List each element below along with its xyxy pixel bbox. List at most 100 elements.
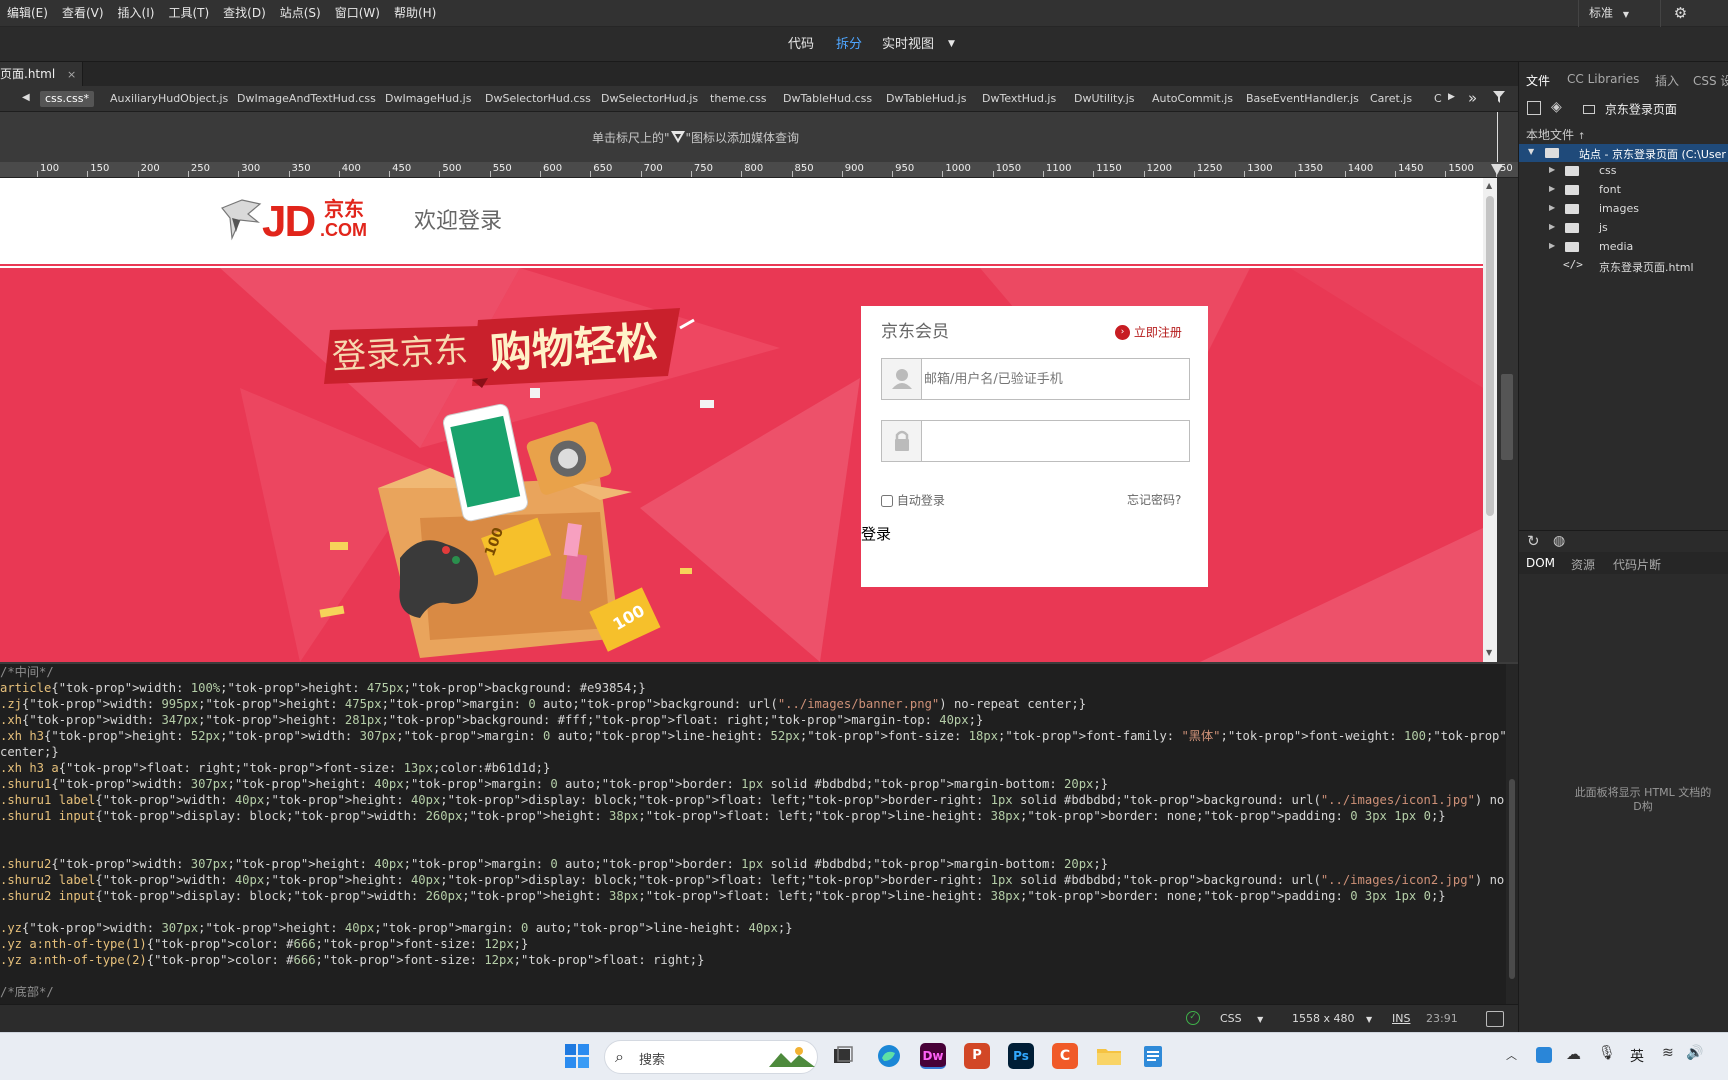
windows-start-icon[interactable] bbox=[564, 1043, 590, 1069]
connect-icon[interactable] bbox=[1527, 101, 1541, 115]
tab-dom[interactable]: DOM bbox=[1526, 556, 1555, 570]
related-file[interactable]: BaseEventHandler.js bbox=[1246, 91, 1359, 107]
view-code-button[interactable]: 代码 bbox=[788, 27, 814, 62]
tray-chevron-up-icon[interactable]: ︿ bbox=[1506, 1047, 1517, 1063]
username-input[interactable] bbox=[924, 360, 1186, 398]
tab-assets[interactable]: 资源 bbox=[1571, 556, 1595, 573]
tab-css-designer[interactable]: CSS 设 bbox=[1693, 72, 1728, 89]
dreamweaver-icon[interactable]: Dw bbox=[920, 1043, 946, 1069]
tab-insert[interactable]: 插入 bbox=[1655, 72, 1679, 89]
scroll-up-icon[interactable]: ▲ bbox=[1486, 181, 1492, 190]
view-split-button[interactable]: 拆分 bbox=[836, 27, 862, 62]
auto-login-checkbox[interactable] bbox=[881, 494, 893, 507]
ruler-tick-label: 1150 bbox=[1096, 163, 1122, 174]
language-select[interactable]: CSS ▼ bbox=[1212, 1005, 1270, 1033]
tree-item-media[interactable]: ▶ media bbox=[1519, 238, 1728, 257]
workspace-switcher[interactable]: 标准 ▼ bbox=[1578, 0, 1648, 27]
menu-site[interactable]: 站点(S) bbox=[273, 0, 328, 27]
file-explorer-icon[interactable] bbox=[1096, 1043, 1122, 1069]
view-live-button[interactable]: 实时视图 bbox=[882, 27, 934, 62]
jd-logo[interactable]: JD 京东 .COM bbox=[218, 196, 378, 246]
powerpoint-icon[interactable]: P bbox=[964, 1043, 990, 1069]
preview-icon[interactable] bbox=[1486, 1011, 1504, 1027]
related-file[interactable]: theme.css bbox=[710, 91, 767, 107]
cloud-icon[interactable]: ☁ bbox=[1566, 1045, 1581, 1063]
chevron-down-icon[interactable]: ▼ bbox=[948, 27, 955, 62]
tree-item-css[interactable]: ▶ css bbox=[1519, 162, 1728, 181]
related-file[interactable]: DwImageAndTextHud.css bbox=[237, 91, 376, 107]
related-file[interactable]: AutoCommit.js bbox=[1152, 91, 1233, 107]
tab-cc-libraries[interactable]: CC Libraries bbox=[1567, 72, 1639, 86]
related-file[interactable]: DwTableHud.css bbox=[783, 91, 872, 107]
insert-mode[interactable]: INS bbox=[1392, 1005, 1410, 1033]
tree-item-font[interactable]: ▶ font bbox=[1519, 181, 1728, 200]
live-view-scrollbar[interactable]: ▲ ▼ bbox=[1483, 178, 1497, 662]
photoshop-icon[interactable]: Ps bbox=[1008, 1043, 1034, 1069]
live-view[interactable]: JD 京东 .COM 欢迎登录 登录京东 购物轻松 100 100 京东会员 ›… bbox=[0, 178, 1483, 662]
forgot-password-link[interactable]: 忘记密码? bbox=[1127, 492, 1181, 508]
refresh-icon[interactable]: ↻ bbox=[1527, 532, 1540, 550]
menu-insert[interactable]: 插入(I) bbox=[111, 0, 162, 27]
related-file[interactable]: DwSelectorHud.js bbox=[601, 91, 698, 107]
filter-icon[interactable] bbox=[1492, 90, 1506, 104]
wifi-icon[interactable]: ≋ bbox=[1662, 1045, 1674, 1061]
menu-view[interactable]: 查看(V) bbox=[55, 0, 111, 27]
window-size-select[interactable]: 1558 x 480 ▼ bbox=[1284, 1005, 1376, 1033]
tab-snippets[interactable]: 代码片断 bbox=[1613, 556, 1661, 573]
taskbar-search[interactable]: ⌕ 搜索 bbox=[604, 1040, 818, 1074]
ruler[interactable]: 100 150 200 250 300 350 400 450 500 550 600 650 700 7… bbox=[0, 162, 1518, 178]
related-file[interactable]: css.css* bbox=[40, 91, 95, 107]
task-view-icon[interactable] bbox=[830, 1043, 856, 1069]
local-files-header[interactable]: 本地文件 ↑ bbox=[1526, 126, 1585, 143]
tree-item-js[interactable]: ▶ js bbox=[1519, 219, 1728, 238]
tree-item-label: 京东登录页面.html bbox=[1599, 261, 1694, 274]
related-file[interactable]: DwTableHud.js bbox=[886, 91, 966, 107]
login-button[interactable]: 登录 bbox=[861, 524, 891, 544]
site-root[interactable]: ▼ 站点 - 京东登录页面 (C:\User bbox=[1519, 144, 1728, 162]
gutter-handle[interactable] bbox=[1501, 374, 1513, 460]
banner-slogan-1: 登录京东 bbox=[331, 330, 469, 378]
code-scrollbar[interactable] bbox=[1506, 664, 1518, 1004]
related-file[interactable]: Caret.js bbox=[1370, 91, 1412, 107]
auto-login-option[interactable]: 自动登录 bbox=[881, 492, 945, 509]
menu-window[interactable]: 窗口(W) bbox=[328, 0, 387, 27]
scroll-down-icon[interactable]: ▼ bbox=[1486, 648, 1492, 657]
site-select[interactable]: 京东登录页面 bbox=[1583, 99, 1728, 119]
code-view[interactable]: /*中间*/ article{"tok-prop">width: 100%;"to… bbox=[0, 664, 1506, 1004]
related-file[interactable]: AuxiliaryHudObject.js bbox=[110, 91, 228, 107]
scrollbar-thumb[interactable] bbox=[1509, 779, 1515, 979]
password-row bbox=[881, 420, 1190, 462]
password-input[interactable] bbox=[924, 422, 1186, 460]
notepad-icon[interactable] bbox=[1140, 1043, 1166, 1069]
related-file[interactable]: C bbox=[1434, 91, 1442, 107]
scrollbar-thumb[interactable] bbox=[1486, 196, 1494, 516]
ruler-marker-icon[interactable] bbox=[1490, 163, 1504, 177]
menu-help[interactable]: 帮助(H) bbox=[387, 0, 443, 27]
tree-item-images[interactable]: ▶ images bbox=[1519, 200, 1728, 219]
git-icon[interactable]: ◈ bbox=[1551, 99, 1562, 115]
chevron-left-icon[interactable]: ◀ bbox=[22, 92, 30, 103]
volume-icon[interactable]: 🔊 bbox=[1686, 1045, 1703, 1061]
related-file[interactable]: DwSelectorHud.css bbox=[485, 91, 591, 107]
related-file[interactable]: DwUtility.js bbox=[1074, 91, 1135, 107]
close-icon[interactable]: × bbox=[67, 68, 76, 81]
microphone-icon[interactable]: 🎙 bbox=[1598, 1045, 1616, 1061]
tree-item-html-file[interactable]: </> 京东登录页面.html bbox=[1519, 257, 1728, 276]
related-file[interactable]: DwImageHud.js bbox=[385, 91, 471, 107]
edge-browser-icon[interactable] bbox=[876, 1043, 902, 1069]
app-c-icon[interactable]: C bbox=[1052, 1043, 1078, 1069]
tray-app-icon[interactable] bbox=[1536, 1047, 1552, 1063]
document-tab[interactable]: 页面.html × bbox=[0, 62, 84, 86]
panel-tabs: 文件 CC Libraries 插入 CSS 设 bbox=[1519, 72, 1728, 90]
menu-find[interactable]: 查找(D) bbox=[216, 0, 273, 27]
menu-edit[interactable]: 编辑(E) bbox=[0, 0, 55, 27]
register-link[interactable]: › 立即注册 bbox=[1115, 322, 1182, 342]
gear-icon[interactable]: ⚙ bbox=[1660, 0, 1700, 27]
related-file[interactable]: DwTextHud.js bbox=[982, 91, 1056, 107]
double-chevron-right-icon[interactable]: » bbox=[1468, 89, 1477, 107]
tab-files[interactable]: 文件 bbox=[1526, 72, 1550, 89]
ime-indicator[interactable]: 英 bbox=[1630, 1046, 1644, 1066]
chevron-right-icon[interactable]: ▶ bbox=[1448, 92, 1455, 102]
globe-icon[interactable]: ◍ bbox=[1553, 533, 1565, 549]
menu-tools[interactable]: 工具(T) bbox=[161, 0, 216, 27]
